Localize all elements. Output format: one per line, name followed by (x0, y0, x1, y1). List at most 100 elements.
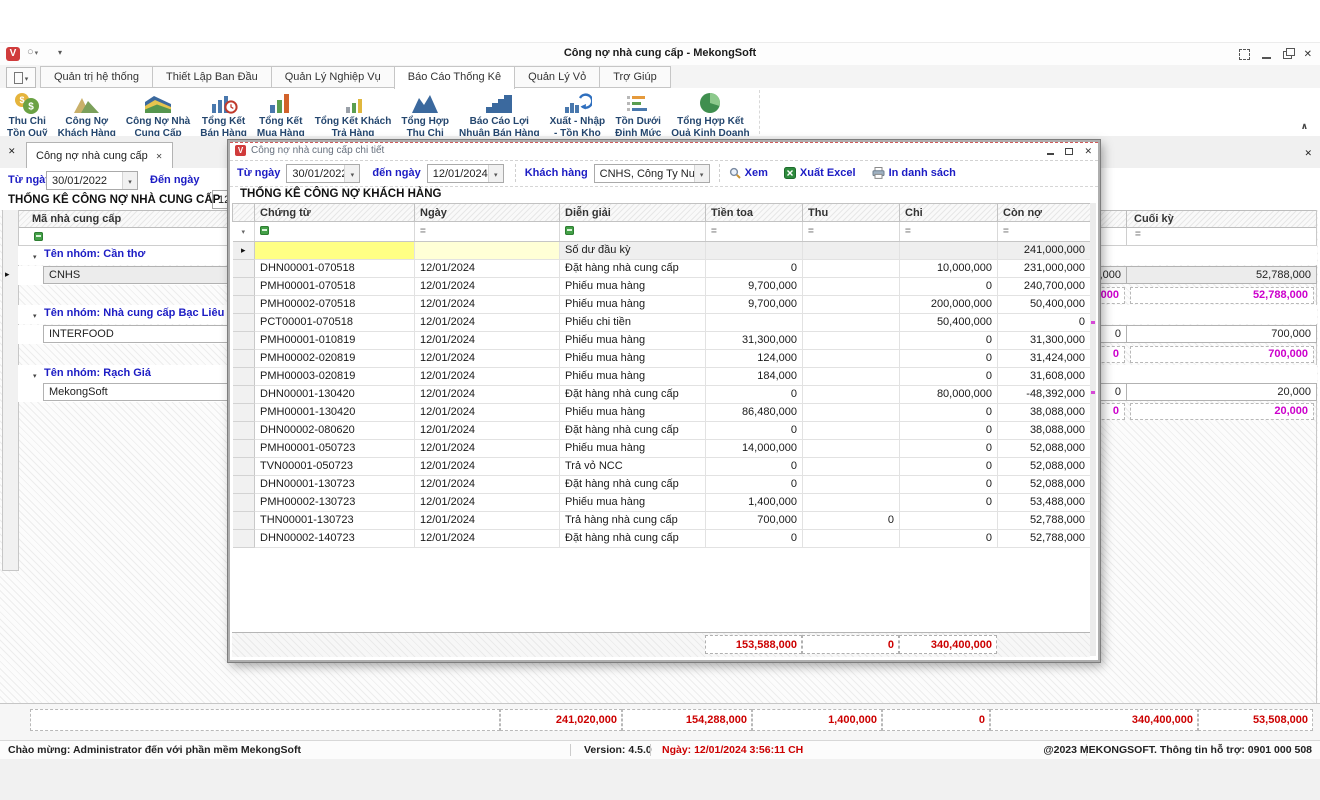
restore-icon[interactable] (1283, 51, 1292, 59)
dialog-customer-select[interactable]: CNHS, Công Ty Nước ... (594, 164, 710, 183)
closing-value-cell[interactable]: 52,788,000 (1126, 266, 1317, 284)
menu-tab-quản-lý-vỏ[interactable]: Quản Lý Vỏ (514, 66, 600, 88)
detail-table-row[interactable]: THN00001-13072312/01/2024Trả hàng nhà cu… (233, 512, 1091, 530)
detail-table-row[interactable]: DHN00002-14072312/01/2024Đặt hàng nhà cu… (233, 530, 1091, 548)
group-header-row[interactable]: Tên nhóm: Cần thơ (18, 246, 230, 265)
filter-cell-3[interactable] (706, 222, 803, 242)
column-header-supplier-code[interactable]: Mã nhà cung cấp (18, 210, 230, 228)
export-excel-button[interactable]: Xuất Excel (784, 167, 856, 179)
close-tab-right-icon[interactable] (1304, 148, 1312, 159)
filter-cell-5[interactable] (900, 222, 998, 242)
closing-filter-cell[interactable] (1126, 228, 1317, 246)
detail-table-row[interactable]: DHN00001-13072312/01/2024Đặt hàng nhà cu… (233, 476, 1091, 494)
dialog-maximize-icon[interactable] (1065, 148, 1073, 155)
dialog-titlebar[interactable]: V Công nợ nhà cung cấp chi tiết (230, 142, 1098, 161)
detail-column-header-1[interactable]: Ngày (415, 204, 560, 222)
dialog-close-icon[interactable] (1084, 145, 1092, 157)
closing-value-cell[interactable]: 20,000 (1126, 383, 1317, 401)
detail-table-row[interactable]: PMH00001-01081912/01/2024Phiếu mua hàng3… (233, 332, 1091, 350)
row-indicator-cell (2, 550, 19, 571)
fullscreen-icon[interactable] (1239, 49, 1250, 60)
detail-table-row[interactable]: DHN00001-13042012/01/2024Đặt hàng nhà cu… (233, 386, 1091, 404)
ribbon-item-1[interactable]: Công NợKhách Hàng (53, 90, 121, 139)
supplier-code-filter-cell[interactable] (18, 228, 230, 246)
detail-table-row[interactable]: PMH00002-02081912/01/2024Phiếu mua hàng1… (233, 350, 1091, 368)
dialog-from-date-select[interactable]: 30/01/2022 (286, 164, 360, 183)
collapse-ribbon-icon[interactable] (1301, 121, 1308, 132)
filter-cell-6[interactable] (998, 222, 1091, 242)
column-header-closing[interactable]: Cuối kỳ (1126, 210, 1317, 228)
scrollbar[interactable] (1090, 203, 1096, 656)
detail-column-header-3[interactable]: Tiền toa (706, 204, 803, 222)
text-filter-icon[interactable] (34, 232, 43, 241)
menu-tab-trợ-giúp[interactable]: Trợ Giúp (599, 66, 670, 88)
detail-table-row[interactable]: PCT00001-07051812/01/2024Phiếu chi tiền5… (233, 314, 1091, 332)
ribbon-item-10[interactable]: Tổng Hợp KếtQuả Kinh Doanh (666, 90, 754, 139)
detail-table-row[interactable]: PMH00001-05072312/01/2024Phiếu mua hàng1… (233, 440, 1091, 458)
detail-table-row[interactable]: DHN00002-08062012/01/2024Đặt hàng nhà cu… (233, 422, 1091, 440)
group-header-row[interactable]: Tên nhóm: Nhà cung cấp Bạc Liêu (18, 305, 230, 324)
ribbon-item-7[interactable]: Báo Cáo LợiNhuận Bán Hàng (454, 90, 545, 139)
menu-tab-báo-cáo-thống-kê[interactable]: Báo Cáo Thống Kê (394, 66, 515, 89)
ribbon-item-5[interactable]: Tổng Kết KháchTrả Hàng (310, 90, 397, 139)
filter-cell-2[interactable] (560, 222, 706, 242)
ribbon-item-3[interactable]: Tổng KếtBán Hàng (195, 90, 252, 139)
chevron-down-icon[interactable] (694, 165, 709, 182)
detail-column-header-4[interactable]: Thu (803, 204, 900, 222)
close-icon[interactable] (1304, 48, 1312, 60)
from-date-select[interactable]: 30/01/2022 (46, 171, 138, 190)
chevron-down-icon[interactable] (488, 165, 503, 182)
group-header-row[interactable]: Tên nhóm: Rạch Giá (18, 365, 230, 384)
chevron-down-icon[interactable] (122, 172, 137, 189)
view-button[interactable]: Xem (729, 167, 768, 179)
supplier-row[interactable]: CNHS (18, 266, 230, 285)
detail-table-row[interactable]: TVN00001-05072312/01/2024Trả vỏ NCC0052,… (233, 458, 1091, 476)
supplier-row[interactable]: MekongSoft (18, 383, 230, 402)
detail-table-row[interactable]: DHN00001-07051812/01/2024Đặt hàng nhà cu… (233, 260, 1091, 278)
detail-cell: 0 (900, 404, 998, 422)
closing-value-cell[interactable]: 700,000 (1126, 325, 1317, 343)
detail-column-header-6[interactable]: Còn nợ (998, 204, 1091, 222)
detail-column-header-2[interactable]: Diễn giải (560, 204, 706, 222)
close-tab-left-icon[interactable] (8, 146, 16, 157)
detail-table-row[interactable]: PMH00002-07051812/01/2024Phiếu mua hàng9… (233, 296, 1091, 314)
filter-cell-1[interactable] (415, 222, 560, 242)
chevron-down-icon[interactable] (344, 165, 359, 182)
print-list-button[interactable]: In danh sách (872, 167, 956, 179)
menu-launcher-button[interactable] (6, 67, 36, 88)
detail-table-row[interactable]: PMH00003-02081912/01/2024Phiếu mua hàng1… (233, 368, 1091, 386)
dialog-minimize-icon[interactable] (1047, 153, 1054, 155)
detail-table-row[interactable]: PMH00002-13072312/01/2024Phiếu mua hàng1… (233, 494, 1091, 512)
menu-tab-thiết-lập-ban-đầu[interactable]: Thiết Lập Ban Đầu (152, 66, 272, 88)
ribbon-item-8[interactable]: Xuất - Nhập- Tồn Kho (545, 90, 611, 139)
menu-tab-quản-lý-nghiệp-vụ[interactable]: Quản Lý Nghiệp Vụ (271, 66, 395, 88)
dialog-to-date-select[interactable]: 12/01/2024 (427, 164, 504, 183)
ribbon-item-4[interactable]: Tổng KếtMua Hàng (252, 90, 310, 139)
filter-cell-0[interactable] (255, 222, 415, 242)
ribbon-item-6[interactable]: Tổng HợpThu Chi (396, 90, 454, 139)
minimize-icon[interactable] (1262, 57, 1271, 59)
group-collapse-icon[interactable] (33, 369, 37, 381)
dialog-heading: THỐNG KÊ CÔNG NỢ KHÁCH HÀNG (240, 188, 441, 200)
supplier-code-cell[interactable]: CNHS (43, 266, 230, 284)
group-collapse-icon[interactable] (33, 309, 37, 321)
menu-tab-quản-trị-hệ-thống[interactable]: Quản trị hệ thống (40, 66, 153, 88)
detail-column-header-5[interactable]: Chi (900, 204, 998, 222)
supplier-row[interactable]: INTERFOOD (18, 325, 230, 344)
detail-table-row[interactable]: PMH00001-07051812/01/2024Phiếu mua hàng9… (233, 278, 1091, 296)
detail-table-row[interactable]: Số dư đầu kỳ241,000,000 (233, 242, 1091, 260)
close-doc-tab-icon[interactable] (156, 150, 163, 162)
detail-column-header-0[interactable]: Chứng từ (255, 204, 415, 222)
detail-table-row[interactable]: PMH00001-13042012/01/2024Phiếu mua hàng8… (233, 404, 1091, 422)
ribbon-item-0[interactable]: $$Thu ChiTồn Quỹ (2, 90, 53, 139)
group-collapse-icon[interactable] (33, 250, 37, 262)
supplier-code-cell[interactable]: MekongSoft (43, 383, 230, 401)
ribbon-item-9[interactable]: Tồn DướiĐịnh Mức (610, 90, 666, 139)
ribbon-item-label: Công Nợ Nhà (126, 117, 190, 128)
filter-cell-4[interactable] (803, 222, 900, 242)
equals-filter-icon[interactable] (1135, 228, 1141, 240)
supplier-code-cell[interactable]: INTERFOOD (43, 325, 230, 343)
ribbon-item-2[interactable]: Công Nợ NhàCung Cấp (121, 90, 195, 139)
detail-cell: 0 (900, 332, 998, 350)
tab-cong-no-nha-cung-cap[interactable]: Công nợ nhà cung cấp (26, 142, 173, 168)
